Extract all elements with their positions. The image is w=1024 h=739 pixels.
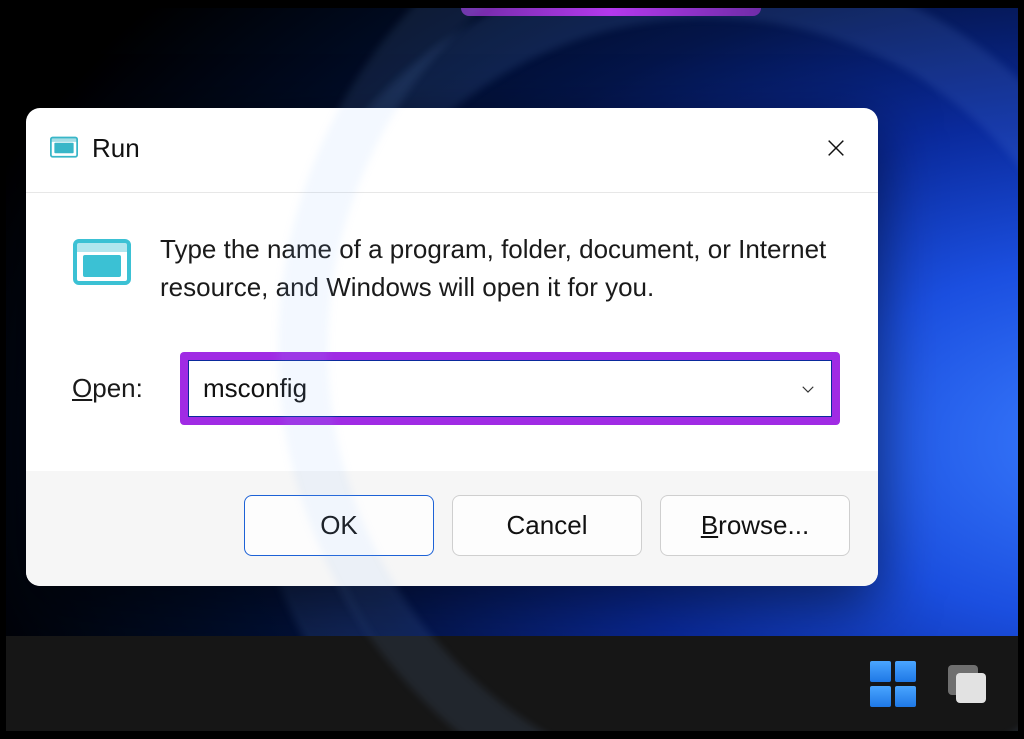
dialog-title: Run bbox=[92, 133, 814, 164]
titlebar: Run bbox=[26, 108, 878, 193]
open-combobox[interactable] bbox=[188, 360, 832, 417]
top-accent-bar bbox=[461, 8, 761, 16]
desktop-background: Run Type the name of a program, folder, … bbox=[6, 8, 1018, 731]
task-view-icon bbox=[948, 665, 978, 695]
close-icon bbox=[825, 137, 847, 159]
run-dialog: Run Type the name of a program, folder, … bbox=[26, 108, 878, 586]
start-button[interactable] bbox=[870, 661, 916, 707]
cancel-button[interactable]: Cancel bbox=[452, 495, 642, 556]
combobox-dropdown-button[interactable] bbox=[783, 361, 831, 416]
dialog-body: Type the name of a program, folder, docu… bbox=[26, 193, 878, 435]
open-input[interactable] bbox=[189, 361, 783, 416]
taskbar bbox=[6, 636, 1018, 731]
windows-logo-icon bbox=[870, 661, 891, 682]
input-highlight bbox=[180, 352, 840, 425]
task-view-button[interactable] bbox=[944, 661, 990, 707]
instruction-text: Type the name of a program, folder, docu… bbox=[160, 231, 846, 306]
button-bar: OK Cancel Browse... bbox=[26, 471, 878, 586]
run-logo-icon bbox=[72, 233, 132, 293]
chevron-down-icon bbox=[799, 380, 817, 398]
run-app-icon bbox=[50, 134, 78, 162]
close-button[interactable] bbox=[814, 126, 858, 170]
browse-button[interactable]: Browse... bbox=[660, 495, 850, 556]
open-label: Open: bbox=[72, 373, 180, 404]
ok-button[interactable]: OK bbox=[244, 495, 434, 556]
